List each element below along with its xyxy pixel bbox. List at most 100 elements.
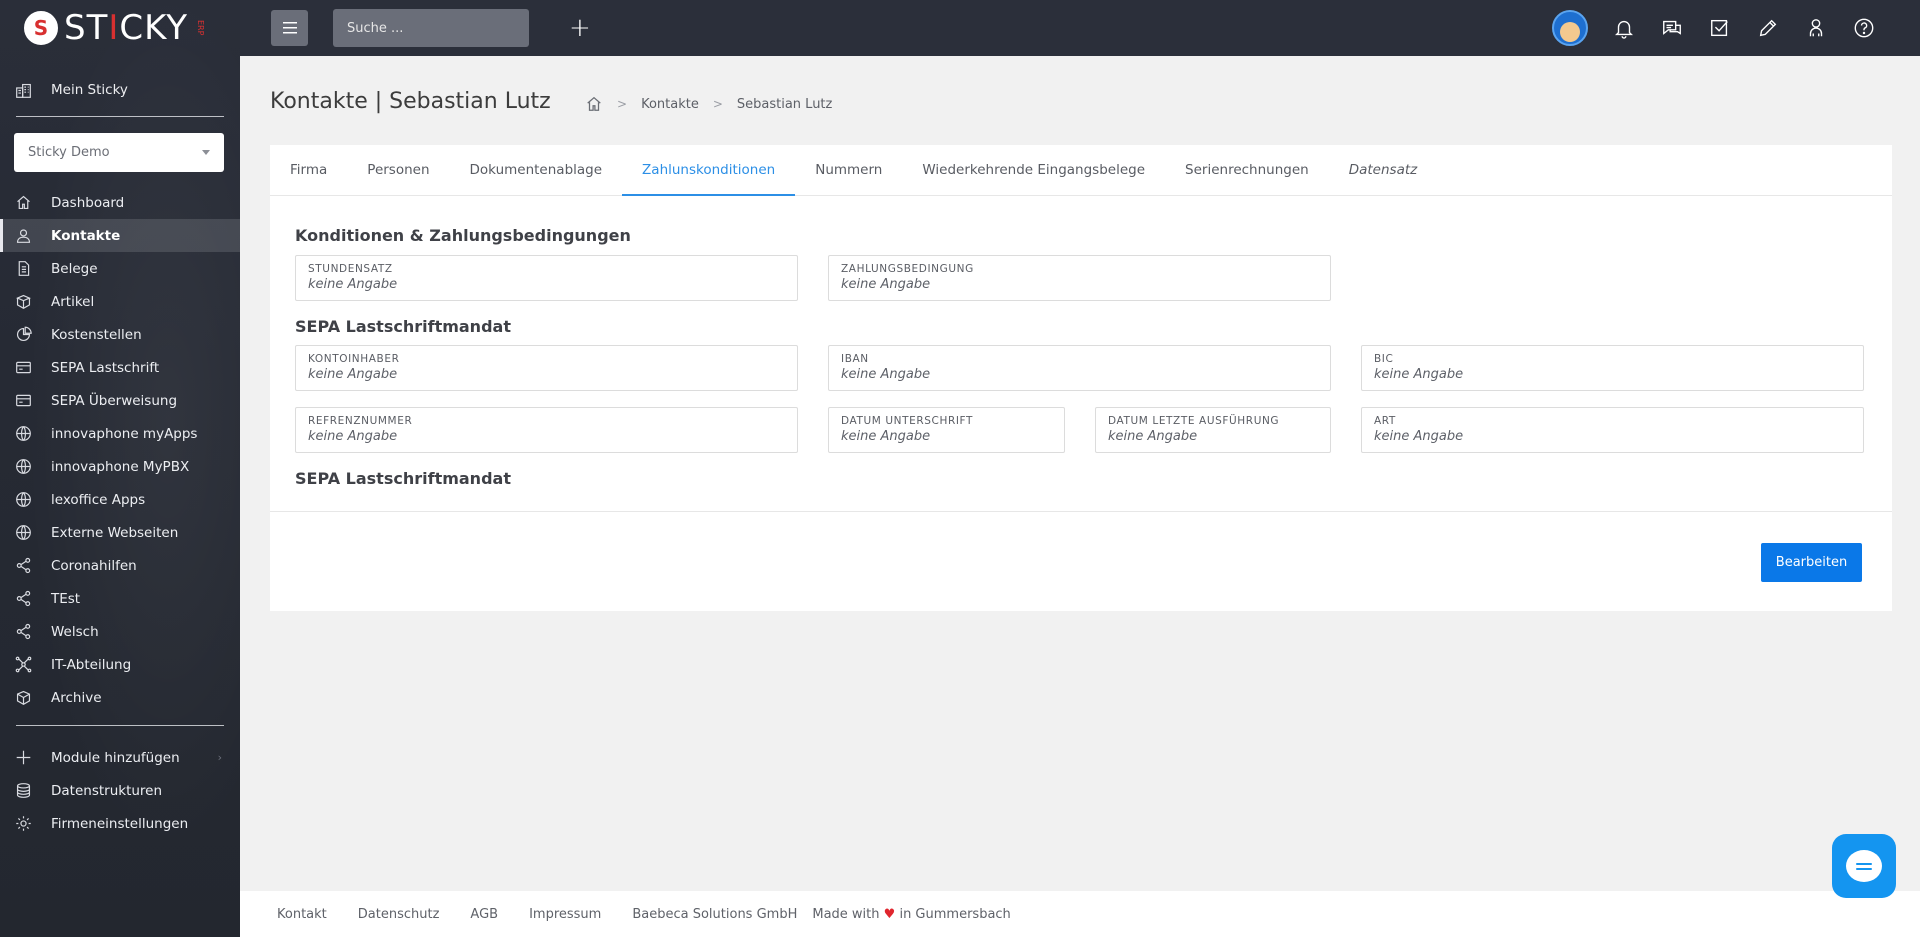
workspace-select[interactable]: Sticky Demo [14, 133, 224, 172]
sidebar-item-innovaphone-myapps[interactable]: innovaphone myApps [0, 417, 240, 450]
field-value: keine Angabe [308, 429, 398, 444]
field-label: ZAHLUNGSBEDINGUNG [841, 263, 974, 275]
sidebar-item-datenstrukturen[interactable]: Datenstrukturen [0, 774, 240, 807]
sidebar-item-lexoffice-apps[interactable]: lexoffice Apps [0, 483, 240, 516]
field-datum-unterschrift[interactable]: DATUM UNTERSCHRIFT keine Angabe [828, 407, 1065, 453]
menu-toggle-button[interactable] [271, 10, 308, 46]
section-title-sepa: SEPA Lastschriftmandat [295, 317, 511, 336]
sidebar-item-innovaphone-mypbx[interactable]: innovaphone MyPBX [0, 450, 240, 483]
sidebar-item-module-hinzufügen[interactable]: Module hinzufügen › [0, 741, 240, 774]
sidebar-item-label: Externe Webseiten [51, 524, 179, 541]
field-datum-letzte-ausfuehrung[interactable]: DATUM LETZTE AUSFÜHRUNG keine Angabe [1095, 407, 1331, 453]
tab-nummern[interactable]: Nummern [795, 145, 902, 195]
field-value: keine Angabe [308, 277, 398, 292]
breadcrumb: > Kontakte > Sebastian Lutz [585, 95, 832, 113]
tab-serienrechnungen[interactable]: Serienrechnungen [1165, 145, 1329, 195]
home-icon[interactable] [585, 95, 603, 113]
field-bic[interactable]: BIC keine Angabe [1361, 345, 1864, 391]
sidebar-item-archive[interactable]: Archive [0, 681, 240, 714]
field-iban[interactable]: IBAN keine Angabe [828, 345, 1331, 391]
sidebar-item-it-abteilung[interactable]: IT-Abteilung [0, 648, 240, 681]
globe-icon [14, 458, 32, 476]
chat-bubble-icon [1846, 850, 1882, 882]
logo-badge-icon: S [24, 11, 58, 45]
field-value: keine Angabe [841, 277, 931, 292]
checkbox-icon[interactable] [1708, 16, 1732, 40]
sidebar: S STICKY ERP Mein Sticky Sticky Demo Das… [0, 0, 240, 937]
chevron-down-icon [202, 150, 210, 155]
sidebar-item-sepa-lastschrift[interactable]: SEPA Lastschrift [0, 351, 240, 384]
footer-link-datenschutz[interactable]: Datenschutz [358, 907, 440, 922]
field-label: KONTOINHABER [308, 353, 400, 365]
tab-dokumentenablage[interactable]: Dokumentenablage [450, 145, 623, 195]
heart-icon: ♥ [883, 906, 896, 922]
sidebar-item-sepa-überweisung[interactable]: SEPA Überweisung [0, 384, 240, 417]
sidebar-nav: Dashboard Kontakte Belege Artikel Kostenstel… [0, 186, 240, 714]
section-title-konditionen: Konditionen & Zahlungsbedingungen [295, 226, 631, 245]
sidebar-item-kontakte[interactable]: Kontakte [0, 219, 240, 252]
sidebar-item-label: IT-Abteilung [51, 656, 132, 673]
chat-icon[interactable] [1660, 16, 1684, 40]
help-icon[interactable] [1852, 16, 1876, 40]
sidebar-item-mein-sticky[interactable]: Mein Sticky [0, 70, 240, 110]
field-value: keine Angabe [841, 429, 931, 444]
sidebar-divider [16, 116, 224, 117]
tab-zahlunskonditionen[interactable]: Zahlunskonditionen [622, 145, 796, 196]
sidebar-item-externe-webseiten[interactable]: Externe Webseiten [0, 516, 240, 549]
footer-link-company[interactable]: Baebeca Solutions GmbH [632, 907, 797, 922]
tab-datensatz[interactable]: Datensatz [1329, 145, 1438, 195]
field-label: ART [1374, 415, 1396, 427]
avatar[interactable] [1552, 10, 1588, 46]
field-label: REFRENZNUMMER [308, 415, 413, 427]
sidebar-item-test[interactable]: TEst [0, 582, 240, 615]
sidebar-item-artikel[interactable]: Artikel [0, 285, 240, 318]
topbar-actions [1552, 0, 1876, 56]
field-kontoinhaber[interactable]: KONTOINHABER keine Angabe [295, 345, 798, 391]
field-label: BIC [1374, 353, 1394, 365]
sidebar-item-label: Kostenstellen [51, 326, 142, 343]
tab-wiederkehrende-eingangsbelege[interactable]: Wiederkehrende Eingangsbelege [902, 145, 1165, 195]
sidebar-item-welsch[interactable]: Welsch [0, 615, 240, 648]
pencil-icon[interactable] [1756, 16, 1780, 40]
share-icon [14, 623, 32, 641]
sidebar-item-label: Mein Sticky [51, 82, 128, 98]
search-input[interactable] [333, 9, 529, 47]
sidebar-bottom-nav: Module hinzufügen › Datenstrukturen Firmene… [0, 741, 240, 840]
footer-link-agb[interactable]: AGB [470, 907, 498, 922]
sidebar-item-label: Kontakte [51, 227, 121, 244]
sepa-card-icon [14, 359, 32, 377]
field-stundensatz[interactable]: STUNDENSATZ keine Angabe [295, 255, 798, 301]
sidebar-item-label: Archive [51, 689, 102, 706]
globe-icon [14, 425, 32, 443]
add-button[interactable]: + [569, 15, 591, 41]
logo[interactable]: S STICKY ERP [0, 0, 240, 56]
sidebar-item-label: Module hinzufügen [51, 749, 180, 766]
sidebar-item-label: Welsch [51, 623, 99, 640]
bell-icon[interactable] [1612, 16, 1636, 40]
tab-firma[interactable]: Firma [290, 145, 347, 195]
logo-text: STICKY [64, 8, 188, 48]
field-value: keine Angabe [1374, 367, 1464, 382]
hamburger-icon [282, 22, 297, 34]
field-zahlungsbedingung[interactable]: ZAHLUNGSBEDINGUNG keine Angabe [828, 255, 1331, 301]
field-referenznummer[interactable]: REFRENZNUMMER keine Angabe [295, 407, 798, 453]
chat-widget-button[interactable] [1832, 834, 1896, 898]
footer-link-kontakt[interactable]: Kontakt [277, 907, 327, 922]
sidebar-item-kostenstellen[interactable]: Kostenstellen [0, 318, 240, 351]
sidebar-item-label: Coronahilfen [51, 557, 137, 574]
footer-made-with: Made with ♥ in Gummersbach [812, 906, 1011, 922]
field-art[interactable]: ART keine Angabe [1361, 407, 1864, 453]
sidebar-item-belege[interactable]: Belege [0, 252, 240, 285]
edit-button[interactable]: Bearbeiten [1761, 543, 1862, 582]
tab-personen[interactable]: Personen [347, 145, 449, 195]
document-icon [14, 260, 32, 278]
breadcrumb-item-current: Sebastian Lutz [736, 96, 833, 112]
user-icon[interactable] [1804, 16, 1828, 40]
footer-link-impressum[interactable]: Impressum [529, 907, 601, 922]
breadcrumb-item-kontakte[interactable]: Kontakte [641, 97, 699, 112]
sidebar-item-coronahilfen[interactable]: Coronahilfen [0, 549, 240, 582]
sidebar-item-dashboard[interactable]: Dashboard [0, 186, 240, 219]
field-value: keine Angabe [1108, 429, 1198, 444]
card-divider [270, 511, 1892, 512]
sidebar-item-firmeneinstellungen[interactable]: Firmeneinstellungen [0, 807, 240, 840]
